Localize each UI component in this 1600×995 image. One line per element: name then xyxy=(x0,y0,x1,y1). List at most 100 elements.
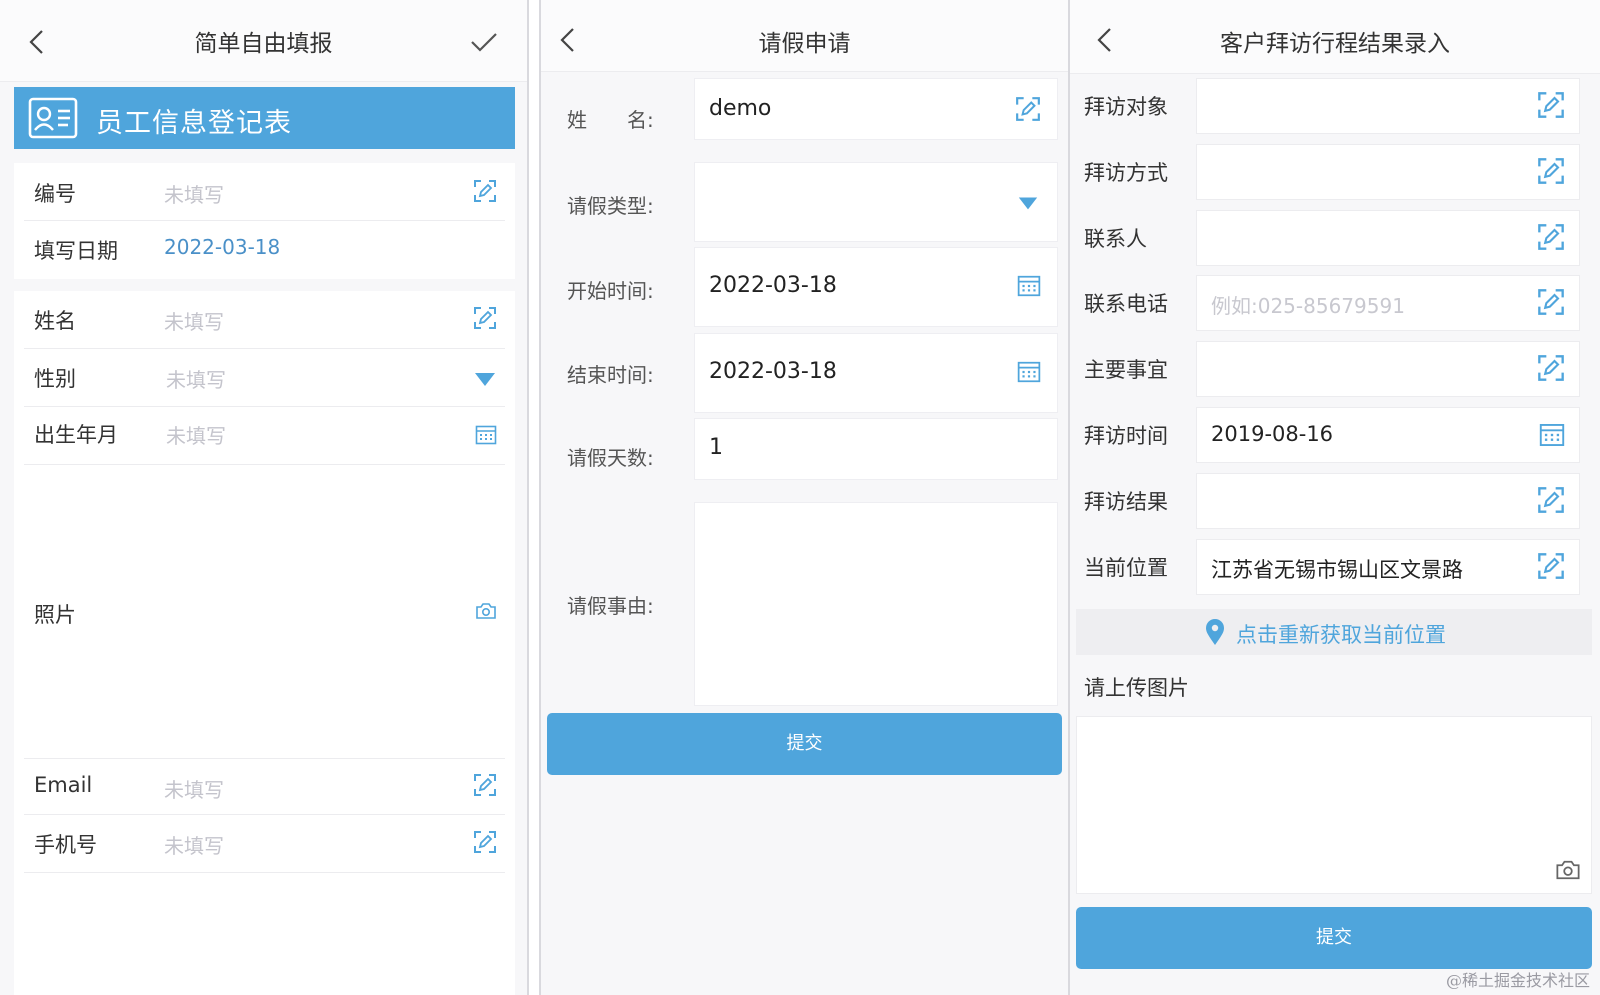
row-label: 照片 xyxy=(34,603,76,627)
header: 简单自由填报 xyxy=(0,0,527,82)
edit-icon[interactable] xyxy=(1537,486,1565,514)
field-label: 联系电话 xyxy=(1084,292,1168,316)
row-value: 未填写 xyxy=(166,424,226,448)
edit-icon[interactable] xyxy=(1537,91,1565,119)
row-name[interactable]: 姓名 未填写 xyxy=(24,291,505,349)
row-gender[interactable]: 性别 未填写 xyxy=(24,349,505,407)
panel-visit-result: 客户拜访行程结果录入 拜访对象 拜访方式 联系人 联系电话 例如:025-856… xyxy=(1070,0,1600,995)
field-label: 请假天数: xyxy=(567,446,654,470)
current-location-input[interactable]: 江苏省无锡市锡山区文景路 xyxy=(1196,539,1580,595)
panel-leave-request: 请假申请 姓 名: demo 请假类型: 开始时间: 2022-03-18 结束… xyxy=(539,0,1070,995)
leave-reason-textarea[interactable] xyxy=(694,502,1058,706)
camera-icon[interactable] xyxy=(475,602,497,620)
submit-button[interactable]: 提交 xyxy=(547,713,1062,775)
field-value: 江苏省无锡市锡山区文景路 xyxy=(1211,558,1463,582)
dropdown-triangle-icon[interactable] xyxy=(1017,195,1039,211)
field-label: 请假类型: xyxy=(567,194,654,218)
row-label: 填写日期 xyxy=(34,239,118,263)
form-card-spacer xyxy=(14,875,515,995)
field-contact-person: 联系人 xyxy=(1070,206,1600,268)
field-label: 拜访对象 xyxy=(1084,95,1168,119)
field-label: 当前位置 xyxy=(1084,556,1168,580)
page-title: 客户拜访行程结果录入 xyxy=(1220,31,1450,57)
visit-target-input[interactable] xyxy=(1196,78,1580,134)
row-label: 手机号 xyxy=(34,833,97,857)
calendar-icon[interactable] xyxy=(1017,275,1041,297)
banner-title: 员工信息登记表 xyxy=(96,108,292,139)
camera-icon[interactable] xyxy=(1555,859,1581,881)
name-input[interactable]: demo xyxy=(694,78,1058,140)
page-title: 简单自由填报 xyxy=(194,31,333,57)
field-leave-days: 请假天数: 1 xyxy=(541,418,1068,480)
row-photo[interactable]: 照片 xyxy=(24,471,505,759)
row-value: 未填写 xyxy=(166,368,226,392)
field-end-time: 结束时间: 2022-03-18 xyxy=(541,333,1068,413)
form-card-basic: 编号 未填写 填写日期 2022-03-18 xyxy=(14,163,515,279)
edit-icon[interactable] xyxy=(1015,96,1041,122)
field-visit-target: 拜访对象 xyxy=(1070,74,1600,136)
panel-employee-form: 简单自由填报 员工信息登记表 编号 未填写 填写日期 2022-03-18 姓名… xyxy=(0,0,529,995)
field-value: 2022-03-18 xyxy=(709,359,837,384)
field-label: 姓 名: xyxy=(567,108,654,132)
edit-icon[interactable] xyxy=(1537,157,1565,185)
edit-icon[interactable] xyxy=(1537,354,1565,382)
field-placeholder: 例如:025-85679591 xyxy=(1211,294,1405,318)
row-label: 性别 xyxy=(34,367,76,391)
row-email[interactable]: Email 未填写 xyxy=(24,759,505,815)
field-contact-phone: 联系电话 例如:025-85679591 xyxy=(1070,271,1600,333)
edit-icon[interactable] xyxy=(1537,223,1565,251)
row-value: 未填写 xyxy=(164,778,224,802)
field-value: demo xyxy=(709,96,772,121)
field-value: 1 xyxy=(709,435,723,460)
watermark: @稀土掘金技术社区 xyxy=(1445,971,1590,990)
form-card-personal: 姓名 未填写 性别 未填写 出生年月 未填写 xyxy=(14,291,515,471)
row-phone[interactable]: 手机号 未填写 xyxy=(24,815,505,873)
field-value: 2019-08-16 xyxy=(1211,422,1334,446)
row-value: 2022-03-18 xyxy=(164,235,281,259)
calendar-icon[interactable] xyxy=(1539,423,1565,447)
leave-days-input[interactable]: 1 xyxy=(694,418,1058,480)
field-label: 联系人 xyxy=(1084,227,1147,251)
field-visit-result: 拜访结果 xyxy=(1070,469,1600,531)
field-start-time: 开始时间: 2022-03-18 xyxy=(541,247,1068,327)
dropdown-triangle-icon[interactable] xyxy=(473,371,497,387)
visit-time-input[interactable]: 2019-08-16 xyxy=(1196,407,1580,463)
form-banner: 员工信息登记表 xyxy=(14,87,515,149)
field-current-location: 当前位置 江苏省无锡市锡山区文景路 xyxy=(1070,535,1600,597)
field-label: 拜访时间 xyxy=(1084,424,1168,448)
edit-icon[interactable] xyxy=(473,773,497,797)
field-value: 2022-03-18 xyxy=(709,273,837,298)
row-number[interactable]: 编号 未填写 xyxy=(24,163,505,221)
end-date-input[interactable]: 2022-03-18 xyxy=(694,333,1058,413)
edit-icon[interactable] xyxy=(1537,552,1565,580)
leave-type-select[interactable] xyxy=(694,162,1058,242)
visit-result-input[interactable] xyxy=(1196,473,1580,529)
field-name: 姓 名: demo xyxy=(541,78,1068,140)
edit-icon[interactable] xyxy=(473,306,497,330)
main-matters-input[interactable] xyxy=(1196,341,1580,397)
page-title: 请假申请 xyxy=(758,31,851,57)
edit-icon[interactable] xyxy=(473,830,497,854)
row-label: 出生年月 xyxy=(34,423,118,447)
submit-button[interactable]: 提交 xyxy=(1076,907,1592,969)
field-label: 结束时间: xyxy=(567,363,654,387)
image-upload-area[interactable] xyxy=(1076,716,1592,894)
relocate-label: 点击重新获取当前位置 xyxy=(1236,623,1446,647)
field-label: 开始时间: xyxy=(567,279,654,303)
edit-icon[interactable] xyxy=(473,179,497,203)
checkmark-icon[interactable] xyxy=(469,30,499,54)
row-birth[interactable]: 出生年月 未填写 xyxy=(24,407,505,465)
calendar-icon[interactable] xyxy=(1017,361,1041,383)
relocate-button[interactable]: 点击重新获取当前位置 xyxy=(1076,609,1592,655)
calendar-icon[interactable] xyxy=(475,425,497,445)
field-leave-type: 请假类型: xyxy=(541,162,1068,242)
visit-method-input[interactable] xyxy=(1196,144,1580,200)
edit-icon[interactable] xyxy=(1537,288,1565,316)
row-fill-date[interactable]: 填写日期 2022-03-18 xyxy=(24,221,505,279)
upload-label: 请上传图片 xyxy=(1084,676,1189,700)
start-date-input[interactable]: 2022-03-18 xyxy=(694,247,1058,327)
contact-person-input[interactable] xyxy=(1196,210,1580,266)
field-label: 拜访方式 xyxy=(1084,161,1168,185)
row-value: 未填写 xyxy=(164,183,224,207)
contact-phone-input[interactable]: 例如:025-85679591 xyxy=(1196,275,1580,331)
